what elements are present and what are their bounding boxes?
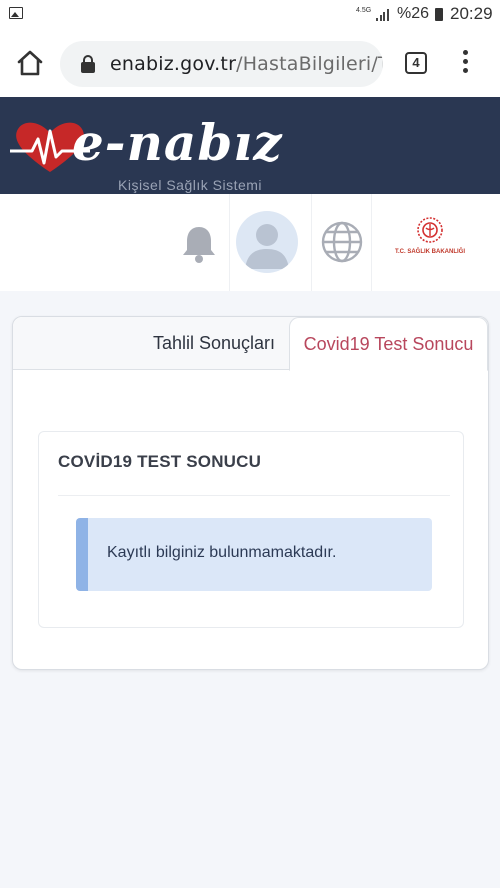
battery-icon xyxy=(435,8,443,21)
panel-title: COVİD19 TEST SONUCU xyxy=(58,452,262,471)
tab-covid19-test-sonucu[interactable]: Covid19 Test Sonucu xyxy=(289,317,488,371)
url-path: /HastaBilgileri/Tal xyxy=(236,53,383,75)
signal-icon xyxy=(376,9,389,21)
tab-tahlil-sonuclari[interactable]: Tahlil Sonuçları xyxy=(139,317,289,371)
url-text: enabiz.gov.tr/HastaBilgileri/Tal xyxy=(110,53,383,75)
site-header: e-nabız Kişisel Sağlık Sistemi xyxy=(0,97,500,194)
network-type: 4.5G xyxy=(356,7,372,14)
bell-icon[interactable] xyxy=(180,224,218,264)
ministry-emblem-icon xyxy=(417,217,443,243)
divider xyxy=(311,194,312,291)
results-card: Tahlil Sonuçları Covid19 Test Sonucu COV… xyxy=(12,316,489,670)
ministry-label: T.C. SAĞLIK BAKANLIĞI xyxy=(395,249,465,255)
url-host: enabiz.gov.tr xyxy=(110,53,237,75)
avatar[interactable] xyxy=(236,211,298,273)
ministry-logo[interactable]: T.C. SAĞLIK BAKANLIĞI xyxy=(390,216,470,266)
globe-icon[interactable] xyxy=(320,220,364,264)
clock: 20:29 xyxy=(450,4,493,23)
battery-percent: %26 xyxy=(397,5,430,22)
divider xyxy=(371,194,372,291)
covid-result-panel: COVİD19 TEST SONUCU Kayıtlı bilginiz bul… xyxy=(38,431,464,628)
logo-subtitle: Kişisel Sağlık Sistemi xyxy=(118,177,263,193)
divider xyxy=(58,495,450,496)
tab-bar: Tahlil Sonuçları Covid19 Test Sonucu xyxy=(13,317,488,371)
browser-toolbar: enabiz.gov.tr/HastaBilgileri/Tal 4 xyxy=(0,30,500,97)
overflow-menu-icon[interactable] xyxy=(456,50,474,76)
lock-icon xyxy=(81,55,95,73)
info-alert: Kayıtlı bilginiz bulunmamaktadır. xyxy=(76,518,432,591)
divider xyxy=(229,194,230,291)
address-bar[interactable]: enabiz.gov.tr/HastaBilgileri/Tal xyxy=(60,41,383,87)
status-bar: 4.5G %26 20:29 xyxy=(0,0,500,30)
logo-text: e-nabız xyxy=(72,113,283,172)
alert-message: Kayıtlı bilginiz bulunmamaktadır. xyxy=(107,544,337,561)
tab-switcher-button[interactable]: 4 xyxy=(405,52,427,74)
user-icon xyxy=(245,224,289,269)
enabiz-logo[interactable]: e-nabız Kişisel Sağlık Sistemi xyxy=(10,107,290,193)
user-toolbar: T.C. SAĞLIK BAKANLIĞI xyxy=(0,194,500,291)
image-notification-icon xyxy=(9,7,23,19)
home-icon[interactable] xyxy=(14,47,46,79)
